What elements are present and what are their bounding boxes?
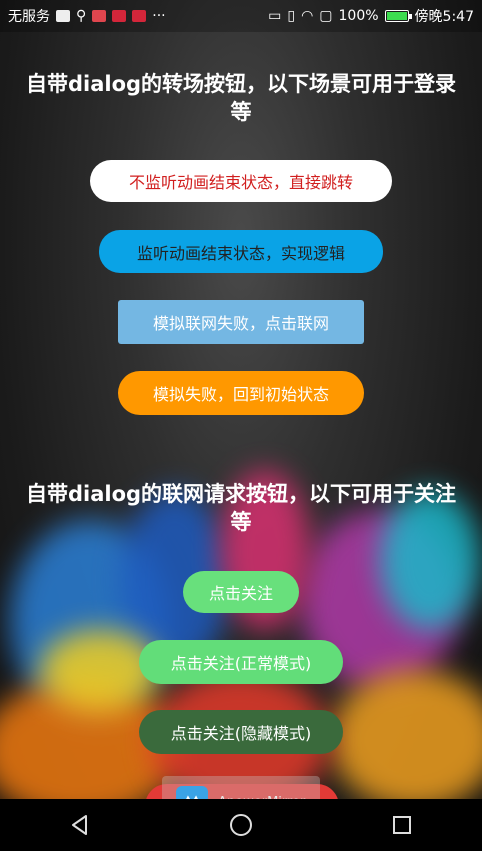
section2-title: 自带dialog的联网请求按钮，以下可用于关注等 (25, 482, 457, 534)
clock: 傍晚5:47 (414, 9, 474, 25)
battery-percent: 100% (338, 8, 379, 24)
follow-normal-mode-button[interactable]: 点击关注(正常模式) (139, 640, 343, 684)
follow-button[interactable]: 点击关注 (183, 571, 299, 613)
cast-icon: ▭ (268, 8, 282, 24)
back-icon[interactable] (60, 805, 100, 845)
follow-hidden-mode-label: 点击关注(隐藏模式) (170, 724, 312, 743)
usb-icon: ⚲ (76, 8, 87, 24)
section1-title: 自带dialog的转场按钮，以下场景可用于登录等 (25, 72, 457, 124)
home-icon[interactable] (221, 805, 261, 845)
battery-icon (384, 10, 412, 22)
sim-icon: ▢ (319, 8, 333, 24)
carrier-text: 无服务 (8, 9, 50, 25)
simulate-network-fail-button[interactable]: 模拟联网失败，点击联网 (118, 300, 364, 344)
huawei-icon (112, 10, 127, 22)
notification-app-icon (92, 10, 107, 22)
status-bar: 无服务 ⚲ ··· ▭ ▯ ◠ ▢ 100% 傍晚5:47 (0, 0, 482, 32)
app-screen: 无服务 ⚲ ··· ▭ ▯ ◠ ▢ 100% 傍晚5:47 自带dialog的转… (0, 0, 482, 851)
follow-hidden-mode-button[interactable]: 点击关注(隐藏模式) (139, 710, 343, 754)
more-notifications-icon: ··· (152, 8, 166, 24)
simulate-network-fail-label: 模拟联网失败，点击联网 (152, 314, 329, 333)
listen-animation-button[interactable]: 监听动画结束状态，实现逻辑 (99, 230, 383, 273)
follow-label: 点击关注 (208, 584, 273, 603)
navigation-bar (0, 799, 482, 851)
recents-icon[interactable] (382, 805, 422, 845)
huawei-icon (132, 10, 147, 22)
notification-app-icon (56, 10, 70, 22)
listen-animation-label: 监听动画结束状态，实现逻辑 (136, 243, 345, 263)
direct-jump-label: 不监听动画结束状态，直接跳转 (128, 173, 353, 192)
simulate-fail-reset-button[interactable]: 模拟失败，回到初始状态 (118, 371, 364, 415)
wifi-icon: ◠ (301, 8, 314, 24)
simulate-fail-reset-label: 模拟失败，回到初始状态 (152, 385, 329, 404)
direct-jump-button[interactable]: 不监听动画结束状态，直接跳转 (90, 160, 392, 202)
follow-normal-mode-label: 点击关注(正常模式) (170, 654, 312, 673)
vibrate-icon: ▯ (287, 8, 296, 24)
